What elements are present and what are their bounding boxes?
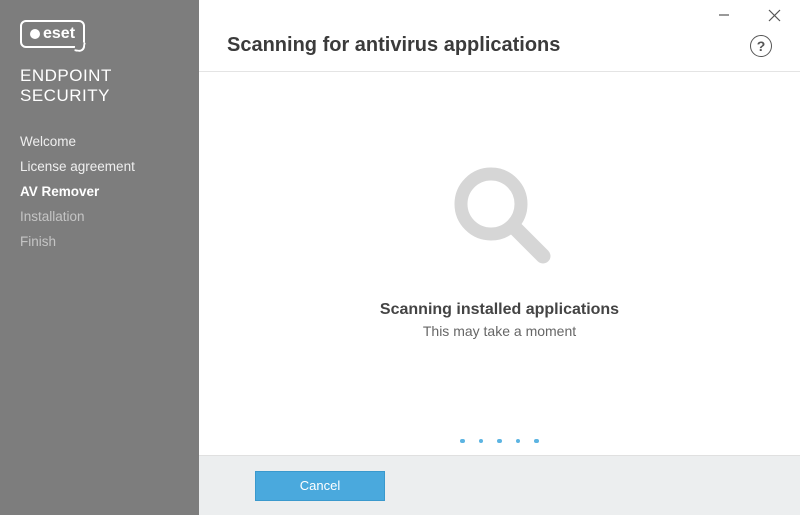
footer-bar: Cancel (199, 455, 800, 515)
page-title: Scanning for antivirus applications (227, 34, 560, 57)
close-button[interactable] (754, 1, 794, 29)
sidebar-item-welcome: Welcome (0, 129, 199, 154)
minimize-button[interactable] (704, 1, 744, 29)
sidebar-item-finish: Finish (0, 229, 199, 254)
status-title: Scanning installed applications (380, 301, 619, 319)
sidebar: eset ENDPOINT SECURITY Welcome License a… (0, 0, 199, 515)
progress-dots (460, 439, 539, 444)
help-icon: ? (757, 38, 766, 54)
product-name-line1: ENDPOINT (0, 66, 199, 86)
sidebar-item-installation: Installation (0, 204, 199, 229)
close-icon (768, 9, 781, 22)
brand-logo-text: eset (43, 25, 75, 43)
content-area: Scanning installed applications This may… (199, 72, 800, 455)
sidebar-item-license-agreement: License agreement (0, 154, 199, 179)
window-controls (199, 0, 800, 30)
page-header: Scanning for antivirus applications ? (199, 30, 800, 72)
status-subtitle: This may take a moment (423, 323, 576, 339)
sidebar-item-av-remover: AV Remover (0, 179, 199, 204)
brand-logo: eset (0, 20, 199, 66)
help-button[interactable]: ? (750, 35, 772, 57)
product-name-line2: SECURITY (0, 86, 199, 106)
wizard-steps: Welcome License agreement AV Remover Ins… (0, 129, 199, 254)
magnifier-icon (445, 158, 555, 273)
minimize-icon (718, 9, 730, 21)
main-panel: Scanning for antivirus applications ? Sc… (199, 0, 800, 515)
cancel-button[interactable]: Cancel (255, 471, 385, 501)
